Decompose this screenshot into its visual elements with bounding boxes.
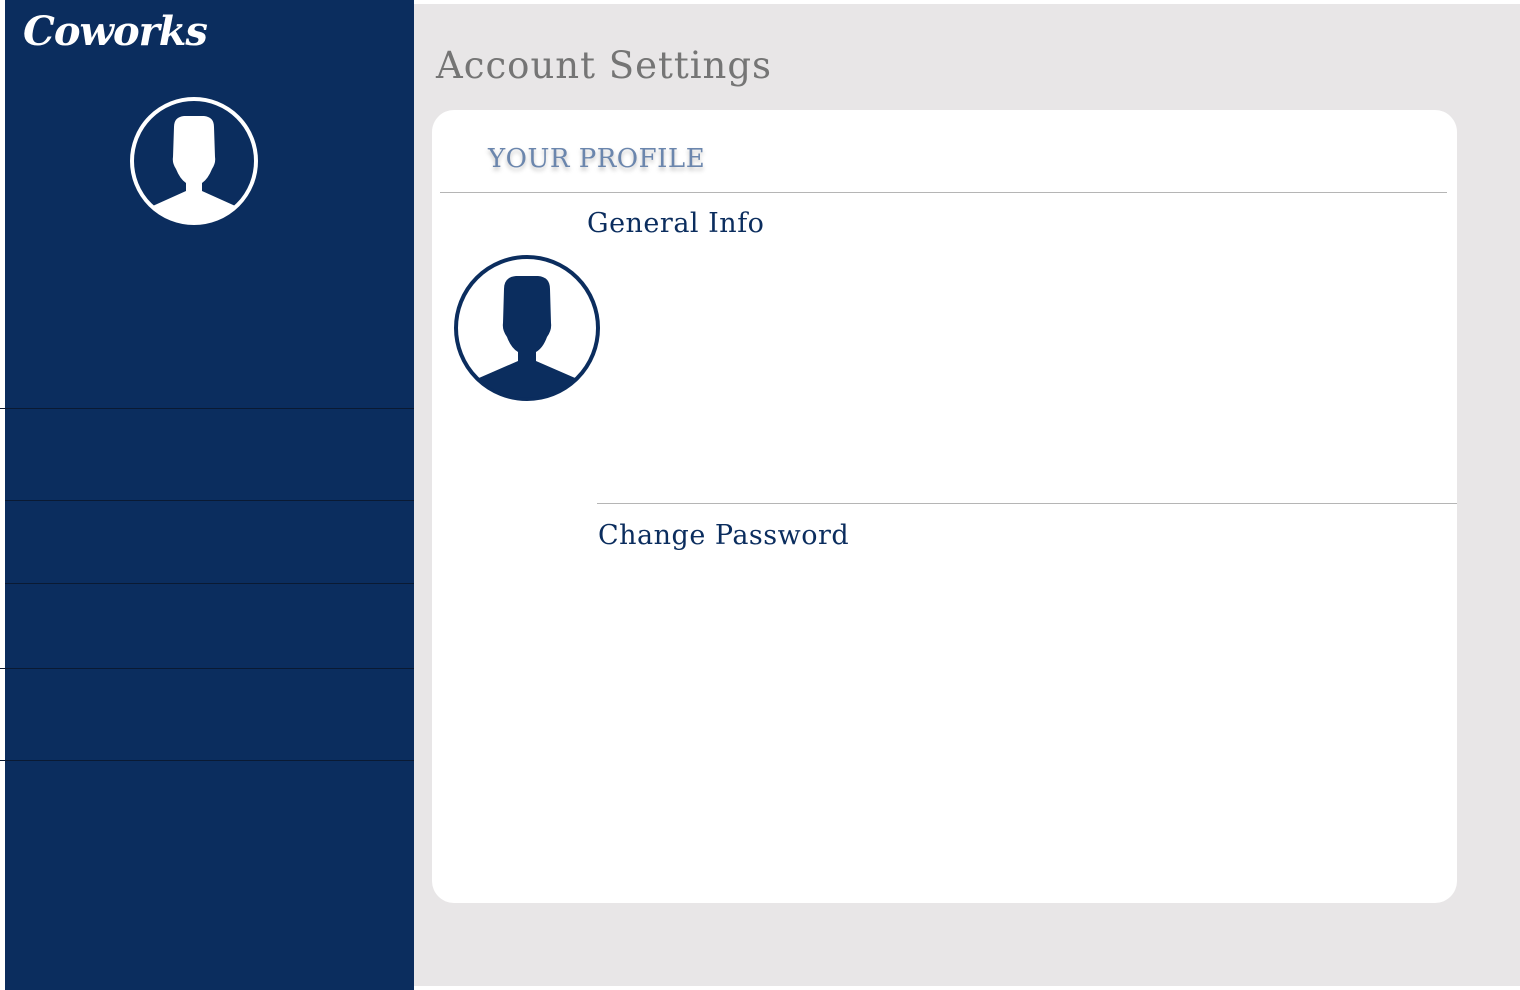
edge-line <box>0 408 6 409</box>
user-avatar-icon[interactable] <box>130 97 258 225</box>
profile-heading: YOUR PROFILE <box>488 144 706 174</box>
sidebar-item-3[interactable] <box>5 584 414 668</box>
general-info-title: General Info <box>587 208 765 239</box>
sidebar-item-4[interactable] <box>5 669 414 760</box>
divider <box>597 503 1457 504</box>
sidebar-item-2[interactable] <box>5 501 414 583</box>
profile-card: YOUR PROFILE General Info Change Passwor… <box>432 110 1457 903</box>
sidebar: Coworks <box>5 0 414 990</box>
edge-line <box>0 668 6 669</box>
main-content: Account Settings YOUR PROFILE General In… <box>414 4 1520 986</box>
change-password-title[interactable]: Change Password <box>598 520 849 551</box>
sidebar-item-1[interactable] <box>5 409 414 500</box>
edge-line <box>0 760 6 761</box>
profile-avatar-icon[interactable] <box>454 255 600 401</box>
app-logo[interactable]: Coworks <box>23 8 208 55</box>
page-title: Account Settings <box>436 44 773 87</box>
divider <box>440 192 1447 193</box>
nav-divider <box>5 760 414 761</box>
